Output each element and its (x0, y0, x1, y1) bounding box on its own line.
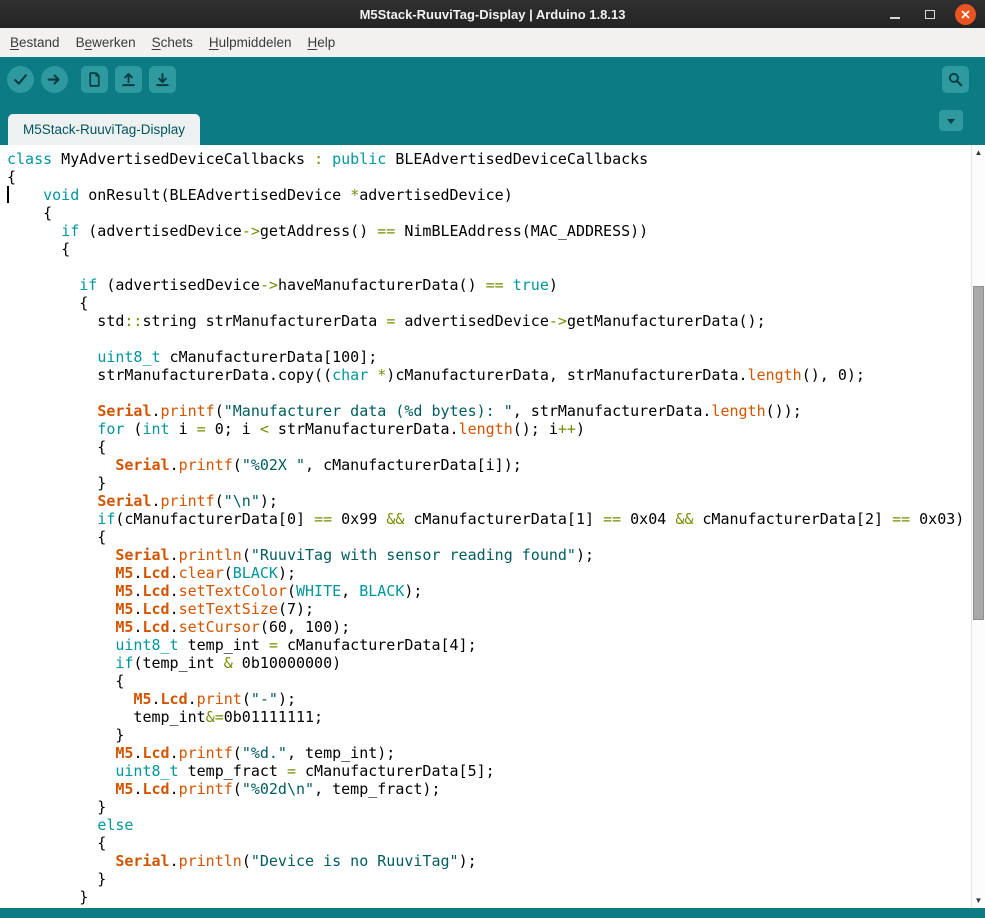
code-line: Serial.println("RuuviTag with sensor rea… (115, 546, 595, 564)
code-line: void onResult(BLEAdvertisedDevice *adver… (43, 186, 513, 204)
code-area: class MyAdvertisedDeviceCallbacks : publ… (7, 150, 970, 906)
menu-help[interactable]: Help (299, 28, 343, 57)
new-sketch-button[interactable] (81, 65, 108, 93)
code-line: if(cManufacturerData[0] == 0x99 && cManu… (97, 510, 965, 528)
code-line: { (7, 528, 107, 546)
code-line: if (advertisedDevice->getAddress() == Ni… (61, 222, 649, 240)
code-line: Serial.printf("\n"); (97, 492, 278, 510)
code-line: if (advertisedDevice->haveManufacturerDa… (79, 276, 558, 294)
menu-file[interactable]: Bestand (2, 28, 68, 57)
menu-tools[interactable]: Hulpmiddelen (201, 28, 300, 57)
verify-button[interactable] (7, 65, 34, 93)
code-line: { (7, 438, 107, 456)
document-icon (89, 71, 100, 87)
arduino-ide-window: M5Stack-RuuviTag-Display | Arduino 1.8.1… (0, 0, 985, 918)
code-editor[interactable]: class MyAdvertisedDeviceCallbacks : publ… (0, 145, 985, 908)
code-line: M5.Lcd.setTextSize(7); (115, 600, 315, 618)
menu-sketch[interactable]: Schets (144, 28, 201, 57)
close-button[interactable] (955, 3, 976, 25)
magnifier-icon (948, 72, 963, 86)
code-line: M5.Lcd.setTextColor(WHITE, BLACK); (115, 582, 423, 600)
code-line: M5.Lcd.print("-"); (133, 690, 296, 708)
code-line: { (7, 240, 71, 258)
maximize-icon (925, 9, 935, 19)
code-line: { (7, 834, 107, 852)
code-line: Serial.printf("Manufacturer data (%d byt… (97, 402, 802, 420)
scroll-up-button[interactable]: ▲ (972, 146, 985, 159)
code-line: uint8_t cManufacturerData[100]; (97, 348, 378, 366)
open-sketch-button[interactable] (115, 65, 142, 93)
status-strip (0, 908, 985, 918)
arrow-down-tray-icon (156, 72, 169, 86)
code-line: } (7, 870, 107, 888)
code-line: M5.Lcd.clear(BLACK); (115, 564, 296, 582)
window-title: M5Stack-RuuviTag-Display | Arduino 1.8.1… (359, 6, 626, 22)
code-line: else (97, 816, 134, 834)
code-line: } (7, 798, 107, 816)
arrow-up-tray-icon (122, 72, 135, 86)
code-line: { (7, 168, 17, 186)
code-line: Serial.println("Device is no RuuviTag"); (115, 852, 477, 870)
code-line: temp_int&=0b01111111; (7, 708, 324, 726)
check-icon (14, 73, 27, 85)
triangle-down-icon (947, 118, 955, 124)
menu-edit[interactable]: Be werken (68, 28, 144, 57)
code-line: std::string strManufacturerData = advert… (7, 312, 766, 330)
code-line: uint8_t temp_int = cManufacturerData[4]; (115, 636, 477, 654)
sketch-tab-label: M5Stack-RuuviTag-Display (23, 122, 186, 137)
close-icon (961, 9, 970, 19)
minimize-button[interactable] (885, 4, 905, 24)
code-line: } (7, 888, 89, 906)
sketch-tab[interactable]: M5Stack-RuuviTag-Display (8, 114, 201, 145)
toolbar (0, 57, 985, 101)
tab-menu-button[interactable] (939, 110, 963, 131)
scroll-down-button[interactable]: ▼ (972, 894, 985, 907)
maximize-button[interactable] (920, 4, 940, 24)
code-line: if(temp_int & 0b10000000) (115, 654, 342, 672)
save-sketch-button[interactable] (149, 65, 176, 93)
code-line: M5.Lcd.setCursor(60, 100); (115, 618, 351, 636)
code-line: for (int i = 0; i < strManufacturerData.… (97, 420, 585, 438)
code-line: { (7, 294, 89, 312)
menubar: Bestand Be werken Schets Hulpmiddelen Hel… (0, 28, 985, 57)
tab-strip: M5Stack-RuuviTag-Display (0, 101, 985, 145)
arrow-right-icon (47, 73, 60, 85)
minimize-icon (890, 17, 900, 19)
code-line: { (7, 204, 53, 222)
upload-button[interactable] (41, 65, 68, 93)
window-controls (885, 0, 976, 28)
code-line: } (7, 474, 107, 492)
code-line: M5.Lcd.printf("%d.", temp_int); (115, 744, 396, 762)
serial-monitor-button[interactable] (942, 65, 969, 93)
scrollbar-thumb[interactable] (973, 286, 984, 620)
text-caret (7, 186, 9, 203)
code-line: { (7, 672, 125, 690)
vertical-scrollbar[interactable]: ▲ ▼ (971, 145, 985, 908)
code-line: Serial.printf("%02X ", cManufacturerData… (115, 456, 522, 474)
code-line: M5.Lcd.printf("%02d\n", temp_fract); (115, 780, 441, 798)
titlebar[interactable]: M5Stack-RuuviTag-Display | Arduino 1.8.1… (0, 0, 985, 28)
code-line: strManufacturerData.copy((char *)cManufa… (7, 366, 865, 384)
code-line: uint8_t temp_fract = cManufacturerData[5… (115, 762, 495, 780)
code-line: } (7, 726, 125, 744)
code-line: class MyAdvertisedDeviceCallbacks : publ… (7, 150, 649, 168)
